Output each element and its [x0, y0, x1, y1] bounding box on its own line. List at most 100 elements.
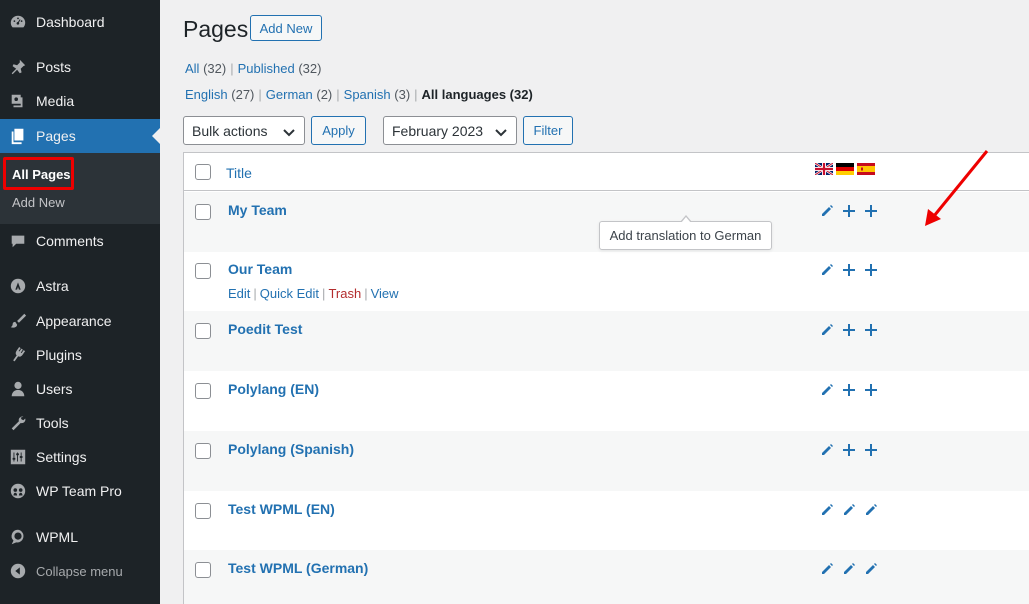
menu-wpml[interactable]: WPML [0, 520, 160, 554]
team-icon [0, 482, 36, 500]
submenu-add-new[interactable]: Add New [12, 195, 65, 210]
plus-icon[interactable] [864, 323, 878, 337]
filter-published[interactable]: Published [238, 61, 295, 76]
page-title-link[interactable]: Our Team [228, 261, 292, 277]
menu-label: Settings [36, 449, 87, 465]
menu-label: Collapse menu [36, 563, 123, 579]
title-column-header[interactable]: Title [226, 165, 252, 181]
pencil-icon[interactable] [820, 562, 834, 576]
collapse-menu-button[interactable]: Collapse menu [0, 554, 160, 588]
apply-button[interactable]: Apply [311, 116, 366, 145]
plugin-icon [0, 346, 36, 364]
menu-label: Dashboard [36, 14, 105, 30]
row-checkbox[interactable] [195, 562, 211, 578]
plus-icon[interactable] [864, 204, 878, 218]
spain-flag-icon [857, 163, 875, 175]
menu-tools[interactable]: Tools [0, 406, 160, 440]
row-checkbox[interactable] [195, 323, 211, 339]
admin-sidebar: Dashboard Posts Media Pages All Pages Ad… [0, 0, 160, 604]
filter-button[interactable]: Filter [523, 116, 573, 145]
row-checkbox[interactable] [195, 383, 211, 399]
pencil-icon[interactable] [842, 503, 856, 517]
select-all-checkbox[interactable] [195, 164, 211, 180]
brush-icon [0, 312, 36, 330]
germany-flag-icon [836, 163, 854, 175]
pencil-icon[interactable] [864, 562, 878, 576]
highlight-box [3, 157, 74, 190]
pencil-icon[interactable] [820, 383, 834, 397]
row-action-view[interactable]: View [371, 286, 399, 301]
filter-all-languages[interactable]: All languages (32) [422, 87, 533, 102]
table-row: Our Team Edit | Quick Edit | Trash | View [184, 251, 1029, 311]
row-action-trash[interactable]: Trash [328, 286, 361, 301]
bulk-actions-select[interactable]: Bulk actions [183, 116, 305, 145]
translation-tooltip: Add translation to German [599, 215, 772, 250]
menu-plugins[interactable]: Plugins [0, 338, 160, 372]
menu-dashboard[interactable]: Dashboard [0, 5, 160, 39]
plus-icon[interactable] [864, 443, 878, 457]
pencil-icon[interactable] [842, 562, 856, 576]
table-row: Polylang (EN) [184, 371, 1029, 431]
date-filter-select[interactable]: February 2023 [383, 116, 517, 145]
row-action-quick-edit[interactable]: Quick Edit [260, 286, 319, 301]
wrench-icon [0, 414, 36, 432]
row-checkbox[interactable] [195, 204, 211, 220]
filter-spanish[interactable]: Spanish [344, 87, 391, 102]
filter-all[interactable]: All [185, 61, 199, 76]
page-title: Pages [183, 16, 249, 42]
menu-appearance[interactable]: Appearance [0, 304, 160, 338]
pencil-icon[interactable] [820, 204, 834, 218]
page-title-link[interactable]: Test WPML (German) [228, 560, 368, 576]
plus-icon[interactable] [864, 263, 878, 277]
menu-label: Appearance [36, 313, 112, 329]
row-checkbox[interactable] [195, 263, 211, 279]
menu-astra[interactable]: Astra [0, 269, 160, 303]
pencil-icon[interactable] [864, 503, 878, 517]
menu-label: WPML [36, 529, 78, 545]
wpml-icon [0, 528, 36, 546]
filter-english[interactable]: English [185, 87, 228, 102]
add-new-button[interactable]: Add New [250, 15, 322, 41]
row-action-edit[interactable]: Edit [228, 286, 250, 301]
plus-icon[interactable] [864, 383, 878, 397]
menu-posts[interactable]: Posts [0, 50, 160, 84]
row-checkbox[interactable] [195, 443, 211, 459]
menu-settings[interactable]: Settings [0, 440, 160, 474]
menu-label: Media [36, 93, 75, 109]
table-header: Title [184, 153, 1029, 191]
language-filter: English (27) | German (2) | Spanish (3) | All … [185, 87, 533, 102]
menu-wp-team-pro[interactable]: WP Team Pro [0, 474, 160, 508]
plus-icon[interactable] [842, 383, 856, 397]
plus-icon[interactable] [842, 263, 856, 277]
chevron-down-icon [283, 129, 295, 137]
menu-media[interactable]: Media [0, 84, 160, 118]
row-actions: Edit | Quick Edit | Trash | View [228, 286, 399, 301]
plus-icon[interactable] [842, 443, 856, 457]
plus-icon[interactable] [842, 323, 856, 337]
page-title-link[interactable]: Polylang (Spanish) [228, 441, 354, 457]
pencil-icon[interactable] [820, 263, 834, 277]
row-checkbox[interactable] [195, 503, 211, 519]
page-title-link[interactable]: Test WPML (EN) [228, 501, 335, 517]
media-icon [0, 92, 36, 110]
menu-label: Posts [36, 59, 72, 75]
user-icon [0, 380, 36, 398]
menu-label: WP Team Pro [36, 483, 122, 499]
page-title-link[interactable]: Poedit Test [228, 321, 302, 337]
filter-german[interactable]: German [266, 87, 313, 102]
table-row: Test WPML (EN) [184, 491, 1029, 551]
menu-label: Pages [36, 128, 76, 144]
menu-label: Tools [36, 415, 69, 431]
pencil-icon[interactable] [820, 323, 834, 337]
menu-pages[interactable]: Pages [0, 119, 160, 153]
table-row: Poedit Test [184, 311, 1029, 371]
pencil-icon[interactable] [820, 443, 834, 457]
page-title-link[interactable]: Polylang (EN) [228, 381, 319, 397]
pencil-icon[interactable] [820, 503, 834, 517]
page-title-link[interactable]: My Team [228, 202, 287, 218]
comment-icon [0, 232, 36, 250]
menu-comments[interactable]: Comments [0, 224, 160, 258]
plus-icon[interactable] [842, 204, 856, 218]
status-filter: All (32) | Published (32) [185, 61, 322, 76]
menu-users[interactable]: Users [0, 372, 160, 406]
